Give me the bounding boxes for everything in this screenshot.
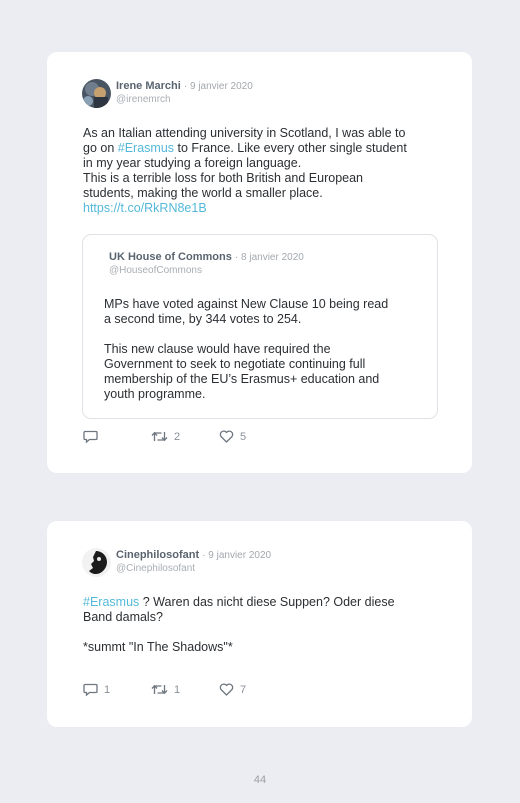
quoted-text-line: youth programme. — [104, 387, 206, 401]
quoted-author-handle[interactable]: @HouseofCommons — [109, 265, 304, 277]
author-handle[interactable]: @Cinephilosofant — [116, 563, 271, 575]
quoted-tweet[interactable]: UK House of Commons · 8 janvier 2020 @Ho… — [82, 234, 438, 419]
tweet-text: As an Italian attending university in Sc… — [83, 126, 443, 216]
author-name[interactable]: Cinephilosofant — [116, 549, 199, 561]
retweet-button[interactable]: 1 — [151, 683, 219, 696]
quoted-text-line: This new clause would have required the — [104, 342, 331, 356]
page-number: 44 — [253, 774, 267, 786]
like-icon — [219, 430, 234, 443]
tweet-actions: 2 5 — [83, 430, 246, 443]
tweet-header: Cinephilosofant · 9 janvier 2020 @Cineph… — [82, 548, 272, 577]
tweet-text-line: *summt "In The Shadows"* — [83, 640, 233, 654]
author-handle[interactable]: @irenemrch — [116, 94, 253, 106]
quoted-author-name[interactable]: UK House of Commons — [109, 251, 232, 263]
quoted-tweet-header: UK House of Commons · 8 janvier 2020 @Ho… — [109, 251, 304, 277]
retweet-button[interactable]: 2 — [151, 430, 219, 443]
hashtag-link[interactable]: #Erasmus — [118, 141, 174, 155]
quoted-text-line: Government to seek to negotiate continui… — [104, 357, 366, 371]
hashtag-link[interactable]: #Erasmus — [83, 595, 139, 609]
avatar[interactable] — [82, 79, 111, 108]
like-button[interactable]: 5 — [219, 430, 246, 443]
like-count: 5 — [240, 430, 247, 443]
tweet-text-line: #Erasmus ? Waren das nicht diese Suppen?… — [83, 595, 443, 610]
quoted-text-line: membership of the EU’s Erasmus+ educatio… — [104, 372, 380, 386]
quoted-text-line: MPs have voted against New Clause 10 bei… — [104, 297, 389, 311]
retweet-count: 1 — [174, 683, 181, 696]
tweet-text-segment: go on — [83, 141, 118, 155]
tweet-text-segment: to France. Like every other single stude… — [174, 141, 407, 155]
tweet-header: Irene Marchi · 9 janvier 2020 @irenemrch — [82, 79, 253, 108]
tweet-text-line: in my year studying a foreign language. — [83, 156, 302, 170]
quoted-tweet-date: · 8 janvier 2020 — [234, 252, 304, 263]
tweet-card: Cinephilosofant · 9 janvier 2020 @Cineph… — [47, 521, 472, 727]
author-name[interactable]: Irene Marchi — [116, 80, 181, 92]
reply-icon — [83, 683, 98, 696]
like-count: 7 — [240, 683, 247, 696]
tweet-text-line: Band damals? — [83, 610, 163, 624]
like-button[interactable]: 7 — [219, 683, 246, 696]
quoted-tweet-text: MPs have voted against New Clause 10 bei… — [104, 297, 419, 402]
tweet-text-line: go on #Erasmus to France. Like every oth… — [83, 141, 443, 156]
tweet-text: #Erasmus ? Waren das nicht diese Suppen?… — [83, 595, 443, 655]
reply-icon — [83, 430, 98, 443]
quoted-text-line: a second time, by 344 votes to 254. — [104, 312, 302, 326]
tweet-text-line: This is a terrible loss for both British… — [83, 171, 363, 185]
tweet-text-line: As an Italian attending university in Sc… — [83, 126, 406, 140]
retweet-icon — [151, 431, 168, 442]
tweet-date: · 9 janvier 2020 — [202, 550, 272, 561]
tweet-url-link[interactable]: https://t.co/RkRN8e1B — [83, 201, 443, 216]
avatar[interactable] — [82, 548, 111, 577]
like-icon — [219, 683, 234, 696]
tweet-card: Irene Marchi · 9 janvier 2020 @irenemrch… — [47, 52, 472, 473]
tweet-text-segment: ? Waren das nicht diese Suppen? Oder die… — [139, 595, 395, 609]
reply-button[interactable]: 1 — [83, 683, 151, 696]
tweet-actions: 1 1 7 — [83, 683, 246, 696]
tweet-text-line: students, making the world a smaller pla… — [83, 186, 323, 200]
reply-button[interactable] — [83, 430, 151, 443]
retweet-icon — [151, 684, 168, 695]
reply-count: 1 — [104, 683, 111, 696]
retweet-count: 2 — [174, 430, 181, 443]
tweet-date: · 9 janvier 2020 — [183, 81, 253, 92]
